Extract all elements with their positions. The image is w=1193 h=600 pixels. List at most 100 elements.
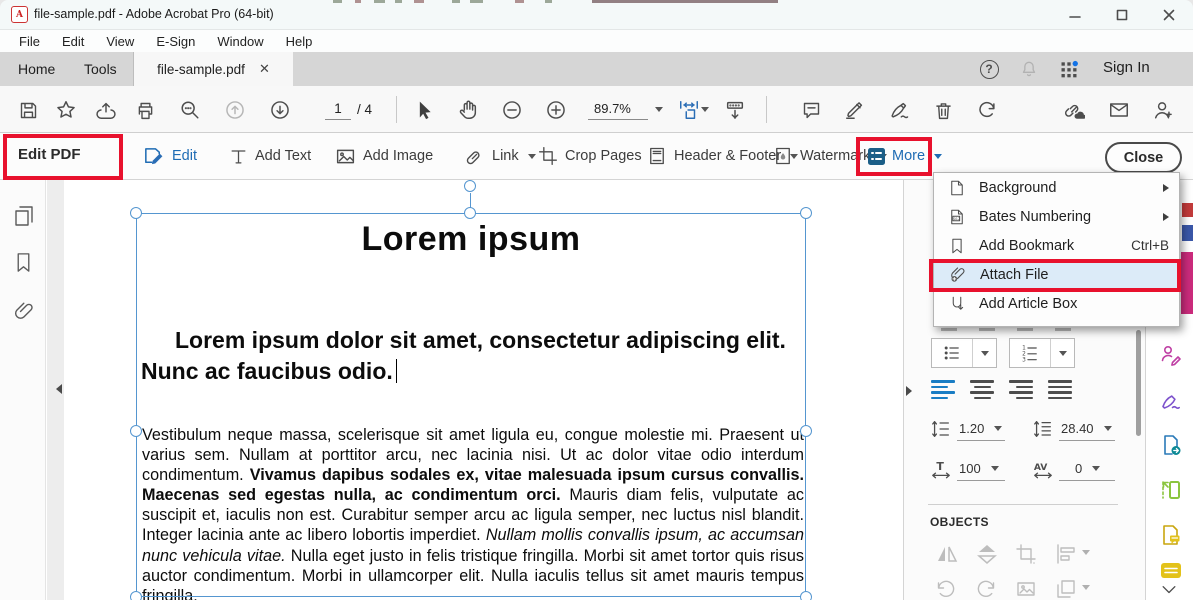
menu-item-bates-numbering[interactable]: 012 Bates Numbering bbox=[934, 202, 1179, 231]
maximize-button[interactable] bbox=[1099, 0, 1145, 30]
menu-item-attach-file[interactable]: Attach File bbox=[934, 260, 1179, 289]
menu-item-add-article-box[interactable]: Add Article Box bbox=[934, 289, 1179, 318]
character-spacing-input[interactable]: 0 bbox=[1059, 457, 1115, 481]
align-justify-button[interactable] bbox=[1048, 380, 1076, 400]
line-spacing-input[interactable]: 1.20 bbox=[957, 417, 1005, 441]
zoom-in-button[interactable] bbox=[545, 99, 567, 121]
share-button[interactable] bbox=[95, 99, 117, 121]
selection-handle-bottom-right[interactable] bbox=[800, 591, 812, 600]
align-center-button[interactable] bbox=[970, 380, 998, 400]
attachments-panel-button[interactable] bbox=[12, 299, 36, 323]
minimize-button[interactable] bbox=[1052, 0, 1098, 30]
more-tools-button[interactable] bbox=[1159, 561, 1183, 585]
align-objects-caret[interactable] bbox=[1082, 550, 1090, 555]
collapse-right-panel-handle[interactable] bbox=[906, 386, 912, 396]
align-objects-button[interactable] bbox=[1054, 542, 1080, 566]
scrolling-mode-button[interactable] bbox=[724, 99, 746, 121]
flip-horizontal-button[interactable] bbox=[934, 542, 960, 566]
zoom-dropdown-caret[interactable] bbox=[655, 107, 663, 112]
zoom-out-button[interactable] bbox=[501, 99, 523, 121]
email-button[interactable] bbox=[1108, 99, 1130, 121]
bullet-list-caret[interactable] bbox=[972, 339, 996, 367]
menu-item-add-bookmark[interactable]: Add Bookmark Ctrl+B bbox=[934, 231, 1179, 260]
rotate-button[interactable] bbox=[976, 99, 998, 121]
print-button[interactable] bbox=[134, 99, 156, 121]
align-right-button[interactable] bbox=[1009, 380, 1037, 400]
crop-resize-tool-button[interactable] bbox=[1159, 478, 1183, 502]
notifications-button[interactable] bbox=[1018, 58, 1040, 80]
next-page-button[interactable] bbox=[269, 99, 291, 121]
arrange-objects-button[interactable] bbox=[1054, 577, 1080, 600]
highlight-button[interactable] bbox=[844, 99, 866, 121]
add-image-button[interactable]: Add Image bbox=[335, 133, 433, 179]
crop-object-button[interactable] bbox=[1014, 542, 1040, 566]
selection-handle-top-right[interactable] bbox=[800, 207, 812, 219]
align-left-button[interactable] bbox=[931, 380, 959, 400]
document-page[interactable]: Lorem ipsum Lorem ipsum dolor sit amet, … bbox=[64, 180, 903, 600]
paragraph-spacing-input[interactable]: 28.40 bbox=[1059, 417, 1115, 441]
previous-page-button[interactable] bbox=[224, 99, 246, 121]
rotation-handle[interactable] bbox=[464, 180, 476, 192]
crop-pages-button[interactable]: Crop Pages bbox=[538, 133, 642, 179]
tab-home[interactable]: Home bbox=[6, 52, 67, 86]
top-crop-artifact bbox=[355, 0, 361, 3]
numbered-list-button[interactable]: 123 bbox=[1010, 339, 1050, 367]
menu-view[interactable]: View bbox=[95, 34, 145, 49]
selection-handle-mid-left[interactable] bbox=[130, 425, 142, 437]
save-button[interactable] bbox=[17, 99, 39, 121]
tab-document[interactable]: file-sample.pdf ✕ bbox=[133, 52, 293, 86]
share-link-button[interactable] bbox=[1063, 99, 1085, 121]
star-button[interactable] bbox=[55, 99, 77, 121]
panel-scrollbar[interactable] bbox=[1136, 330, 1141, 436]
delete-button[interactable] bbox=[932, 99, 954, 121]
fill-sign-tool-button[interactable] bbox=[1159, 343, 1183, 367]
close-window-button[interactable] bbox=[1146, 0, 1192, 30]
menu-window[interactable]: Window bbox=[206, 34, 274, 49]
selection-handle-bottom-left[interactable] bbox=[130, 591, 142, 600]
rail-expand-chevron[interactable] bbox=[1159, 583, 1183, 600]
fit-width-caret[interactable] bbox=[701, 107, 709, 112]
flip-vertical-button[interactable] bbox=[974, 542, 1000, 566]
selection-handle-top-left[interactable] bbox=[130, 207, 142, 219]
menu-esign[interactable]: E-Sign bbox=[145, 34, 206, 49]
replace-image-button[interactable] bbox=[1014, 577, 1040, 600]
page-number-input[interactable]: 1 bbox=[325, 98, 351, 120]
menu-item-background[interactable]: Background bbox=[934, 173, 1179, 202]
share-with-others-button[interactable] bbox=[1152, 99, 1174, 121]
fit-width-button[interactable] bbox=[678, 99, 700, 121]
comment-doc-tool-button[interactable] bbox=[1159, 523, 1183, 547]
menu-help[interactable]: Help bbox=[275, 34, 324, 49]
selection-handle-mid-right[interactable] bbox=[800, 425, 812, 437]
sign-tool-button[interactable] bbox=[1159, 388, 1183, 412]
comment-button[interactable] bbox=[800, 99, 822, 121]
selection-handle-top-center[interactable] bbox=[464, 207, 476, 219]
arrange-objects-caret[interactable] bbox=[1082, 585, 1090, 590]
rotate-ccw-button[interactable] bbox=[934, 577, 960, 600]
edit-tool-button[interactable]: Edit bbox=[142, 133, 197, 179]
rotate-cw-button[interactable] bbox=[974, 577, 1000, 600]
sign-button[interactable] bbox=[888, 99, 910, 121]
close-tab-icon[interactable]: ✕ bbox=[259, 61, 270, 77]
numbered-list-caret[interactable] bbox=[1050, 339, 1074, 367]
sign-in-button[interactable]: Sign In bbox=[1103, 59, 1150, 76]
add-text-button[interactable]: Add Text bbox=[229, 133, 311, 179]
bullet-list-button[interactable] bbox=[932, 339, 972, 367]
apps-grid-button[interactable] bbox=[1058, 58, 1080, 80]
find-zoom-button[interactable] bbox=[179, 99, 201, 121]
zoom-level-input[interactable]: 89.7% bbox=[588, 98, 648, 120]
horizontal-scale-input[interactable]: 100 bbox=[957, 457, 1005, 481]
more-button[interactable]: More bbox=[868, 133, 942, 179]
close-edit-pdf-button[interactable]: Close bbox=[1105, 142, 1182, 173]
collapse-left-panel-handle[interactable] bbox=[56, 384, 62, 394]
hand-tool-button[interactable] bbox=[457, 99, 479, 121]
menu-edit[interactable]: Edit bbox=[51, 34, 95, 49]
hidden-row-artifact bbox=[1017, 328, 1033, 331]
link-tool-button[interactable]: Link bbox=[464, 133, 536, 179]
page-thumbnails-button[interactable] bbox=[12, 204, 36, 228]
menu-file[interactable]: File bbox=[8, 34, 51, 49]
help-button[interactable]: ? bbox=[978, 58, 1000, 80]
tab-tools[interactable]: Tools bbox=[72, 52, 129, 86]
export-pdf-tool-button[interactable] bbox=[1159, 433, 1183, 457]
bookmarks-panel-button[interactable] bbox=[12, 251, 36, 275]
select-tool-button[interactable] bbox=[413, 99, 435, 121]
